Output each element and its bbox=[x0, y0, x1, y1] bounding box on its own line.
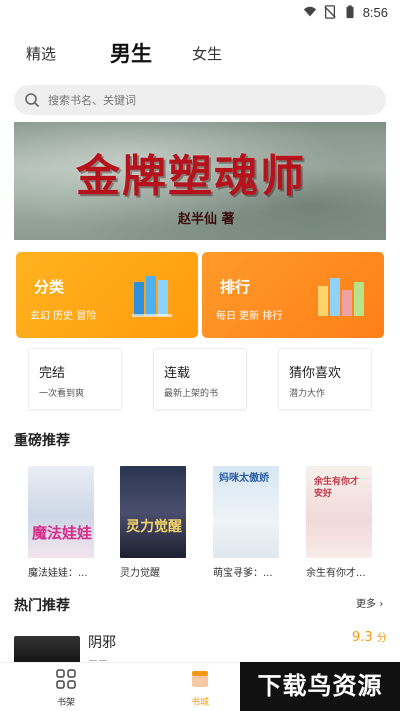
book-cover: 灵力觉醒 bbox=[120, 466, 186, 558]
battery-icon bbox=[346, 5, 354, 19]
search-input[interactable] bbox=[48, 93, 348, 107]
book-name: 萌宝寻爹：... bbox=[213, 568, 273, 579]
chevron-right-icon: › bbox=[379, 599, 384, 610]
book-cover-title: 魔法娃娃 bbox=[32, 524, 93, 542]
hot-book-score: 9.3 分 bbox=[352, 629, 387, 645]
score-unit: 分 bbox=[376, 633, 387, 644]
book-cover-title: 妈咪太傲娇 bbox=[219, 473, 269, 484]
search-bar[interactable] bbox=[14, 85, 386, 115]
book-item[interactable]: 灵力觉醒 灵力觉醒 bbox=[120, 466, 186, 579]
grid-icon bbox=[56, 669, 76, 689]
tab-featured[interactable]: 精选 bbox=[26, 36, 56, 72]
hot-book-title[interactable]: 阴邪 bbox=[88, 632, 116, 652]
guess-like-title: 猜你喜欢 bbox=[289, 366, 342, 381]
promo-banner[interactable]: 金牌塑魂师 赵半仙 著 bbox=[14, 122, 386, 240]
book-cover: 魔法娃娃 bbox=[28, 466, 94, 558]
category-card[interactable]: 分类 玄幻 历史 冒险 bbox=[16, 252, 198, 338]
category-card-title: 分类 bbox=[34, 278, 65, 296]
finished-subtitle: 一次看到爽 bbox=[39, 389, 85, 399]
finished-title: 完结 bbox=[39, 366, 66, 381]
bar-chart-icon bbox=[318, 278, 364, 316]
more-link[interactable]: 更多 › bbox=[356, 595, 383, 610]
book-cover-title: 灵力觉醒 bbox=[126, 519, 182, 535]
score-value: 9.3 bbox=[352, 630, 373, 645]
tab-male[interactable]: 男生 bbox=[110, 36, 152, 72]
book-cover-title: 余生有你才安好 bbox=[314, 477, 360, 499]
book-name: 余生有你才... bbox=[306, 568, 366, 579]
serializing-subtitle: 最新上架的书 bbox=[164, 389, 219, 399]
section-title-recommended: 重磅推荐 bbox=[14, 433, 70, 449]
book-cover: 妈咪太傲娇 bbox=[213, 466, 279, 558]
serializing-box[interactable]: 连载 最新上架的书 bbox=[153, 348, 247, 410]
book-cover: 余生有你才安好 bbox=[306, 466, 372, 558]
nav-shelf-label: 书架 bbox=[56, 698, 75, 708]
category-card-subtitle: 玄幻 历史 冒险 bbox=[30, 311, 97, 322]
clock: 8:56 bbox=[362, 4, 388, 20]
store-icon bbox=[192, 671, 208, 687]
book-item[interactable]: 余生有你才安好 余生有你才... bbox=[306, 466, 372, 579]
more-label: 更多 bbox=[356, 599, 376, 610]
banner-author: 赵半仙 著 bbox=[178, 212, 235, 227]
section-title-hot: 热门推荐 bbox=[14, 598, 70, 614]
finished-box[interactable]: 完结 一次看到爽 bbox=[28, 348, 122, 410]
book-name: 魔法娃娃：... bbox=[28, 568, 88, 579]
book-name: 灵力觉醒 bbox=[120, 568, 160, 579]
guess-like-subtitle: 潜力大作 bbox=[289, 389, 326, 399]
top-tabs: 精选 男生 女生 bbox=[0, 36, 400, 72]
ranking-card[interactable]: 排行 每日 更新 排行 bbox=[202, 252, 384, 338]
serializing-title: 连载 bbox=[164, 366, 191, 381]
ranking-card-subtitle: 每日 更新 排行 bbox=[216, 311, 283, 322]
ranking-card-title: 排行 bbox=[220, 278, 251, 296]
tab-female[interactable]: 女生 bbox=[192, 36, 222, 72]
watermark: 下载鸟资源 bbox=[240, 662, 400, 711]
books-icon bbox=[132, 276, 172, 317]
status-bar: 8:56 bbox=[0, 0, 400, 24]
wifi-icon bbox=[303, 6, 316, 17]
banner-title: 金牌塑魂师 bbox=[76, 151, 306, 202]
guess-like-box[interactable]: 猜你喜欢 潜力大作 bbox=[278, 348, 372, 410]
nav-shelf[interactable]: 书架 bbox=[36, 669, 96, 708]
book-item[interactable]: 妈咪太傲娇 萌宝寻爹：... bbox=[213, 466, 279, 579]
book-item[interactable]: 魔法娃娃 魔法娃娃：... bbox=[28, 466, 94, 579]
no-sim-icon bbox=[323, 5, 336, 19]
nav-store[interactable]: 书城 bbox=[170, 669, 230, 708]
search-icon bbox=[25, 93, 40, 108]
nav-store-label: 书城 bbox=[190, 698, 209, 708]
